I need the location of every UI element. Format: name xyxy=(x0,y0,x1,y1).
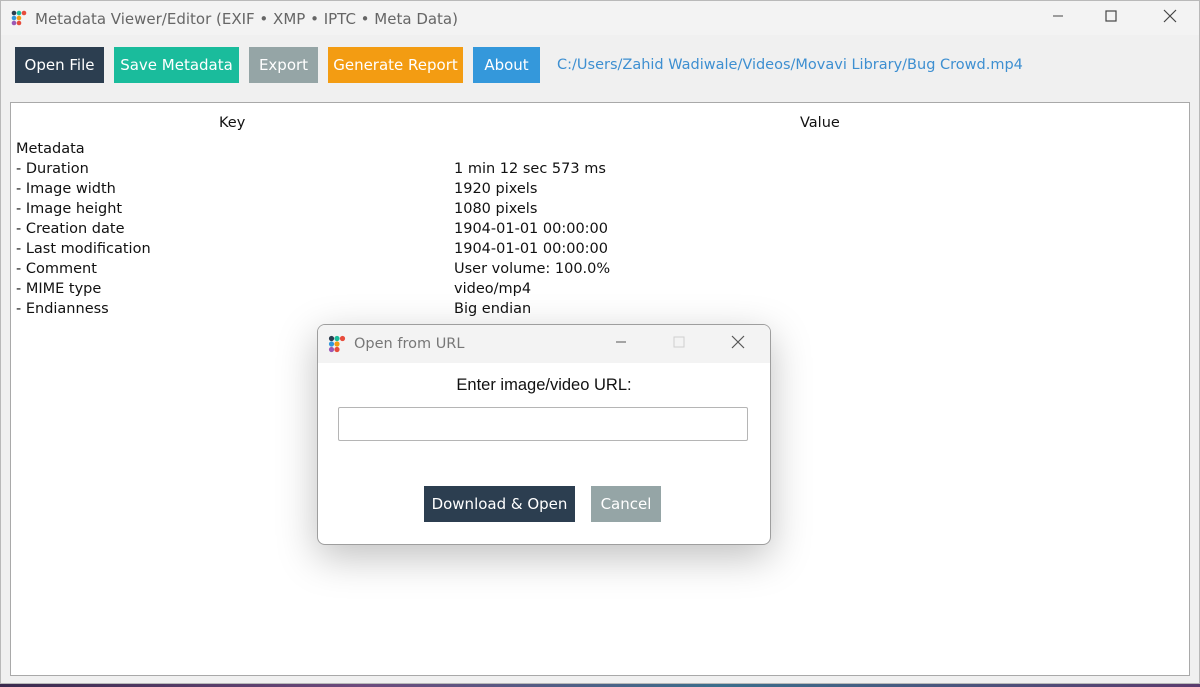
open-file-button[interactable]: Open File xyxy=(15,47,104,83)
app-dots-icon xyxy=(328,335,346,353)
row-value: 1080 pixels xyxy=(454,201,538,217)
row-key: Metadata xyxy=(16,141,85,157)
app-dots-icon xyxy=(11,10,27,26)
table-row[interactable]: - Duration 1 min 12 sec 573 ms xyxy=(16,161,1176,181)
row-key: - Last modification xyxy=(16,241,151,257)
table-row[interactable]: - Endianness Big endian xyxy=(16,301,1176,321)
minimize-icon xyxy=(1052,9,1064,27)
close-icon xyxy=(1163,9,1177,28)
download-open-button[interactable]: Download & Open xyxy=(424,486,575,522)
dialog-title-bar[interactable]: Open from URL xyxy=(318,325,770,363)
title-bar[interactable]: Metadata Viewer/Editor (EXIF • XMP • IPT… xyxy=(1,1,1199,35)
table-row[interactable]: - Last modification 1904-01-01 00:00:00 xyxy=(16,241,1176,261)
row-value: video/mp4 xyxy=(454,281,532,297)
row-value: 1904-01-01 00:00:00 xyxy=(454,241,608,257)
generate-report-button[interactable]: Generate Report xyxy=(328,47,463,83)
dialog-maximize-button xyxy=(650,325,708,363)
row-key: - Image width xyxy=(16,181,116,197)
maximize-button[interactable] xyxy=(1082,1,1140,35)
about-button[interactable]: About xyxy=(473,47,540,83)
url-input[interactable] xyxy=(338,407,748,441)
row-value: 1 min 12 sec 573 ms xyxy=(454,161,606,177)
minimize-icon xyxy=(615,335,627,353)
value-column-header[interactable]: Value xyxy=(800,115,840,131)
row-key: - Duration xyxy=(16,161,89,177)
table-row[interactable]: - Image height 1080 pixels xyxy=(16,201,1176,221)
save-metadata-button[interactable]: Save Metadata xyxy=(114,47,239,83)
table-row[interactable]: - MIME type video/mp4 xyxy=(16,281,1176,301)
close-icon xyxy=(731,335,745,354)
table-row[interactable]: - Image width 1920 pixels xyxy=(16,181,1176,201)
minimize-button[interactable] xyxy=(1029,1,1087,35)
url-prompt-label: Enter image/video URL: xyxy=(456,376,632,394)
table-row[interactable]: Metadata xyxy=(16,141,1176,161)
row-value: 1920 pixels xyxy=(454,181,538,197)
row-key: - Creation date xyxy=(16,221,125,237)
row-key: - MIME type xyxy=(16,281,102,297)
maximize-icon xyxy=(1105,9,1117,27)
export-button[interactable]: Export xyxy=(249,47,318,83)
window-title: Metadata Viewer/Editor (EXIF • XMP • IPT… xyxy=(35,10,458,28)
close-button[interactable] xyxy=(1141,1,1199,35)
dialog-minimize-button[interactable] xyxy=(592,325,650,363)
row-value: Big endian xyxy=(454,301,532,317)
row-value: 1904-01-01 00:00:00 xyxy=(454,221,608,237)
row-key: - Endianness xyxy=(16,301,109,317)
maximize-icon xyxy=(673,335,685,353)
open-from-url-dialog: Open from URL Enter image/video URL: Dow… xyxy=(317,324,771,545)
row-key: - Image height xyxy=(16,201,123,217)
dialog-title: Open from URL xyxy=(354,336,465,352)
table-row[interactable]: - Comment User volume: 100.0% xyxy=(16,261,1176,281)
table-row[interactable]: - Creation date 1904-01-01 00:00:00 xyxy=(16,221,1176,241)
file-path-label: C:/Users/Zahid Wadiwale/Videos/Movavi Li… xyxy=(557,57,1023,73)
row-key: - Comment xyxy=(16,261,97,277)
key-column-header[interactable]: Key xyxy=(219,115,245,131)
dialog-close-button[interactable] xyxy=(709,325,767,363)
row-value: User volume: 100.0% xyxy=(454,261,611,277)
cancel-button[interactable]: Cancel xyxy=(591,486,661,522)
main-window: Metadata Viewer/Editor (EXIF • XMP • IPT… xyxy=(0,0,1200,684)
